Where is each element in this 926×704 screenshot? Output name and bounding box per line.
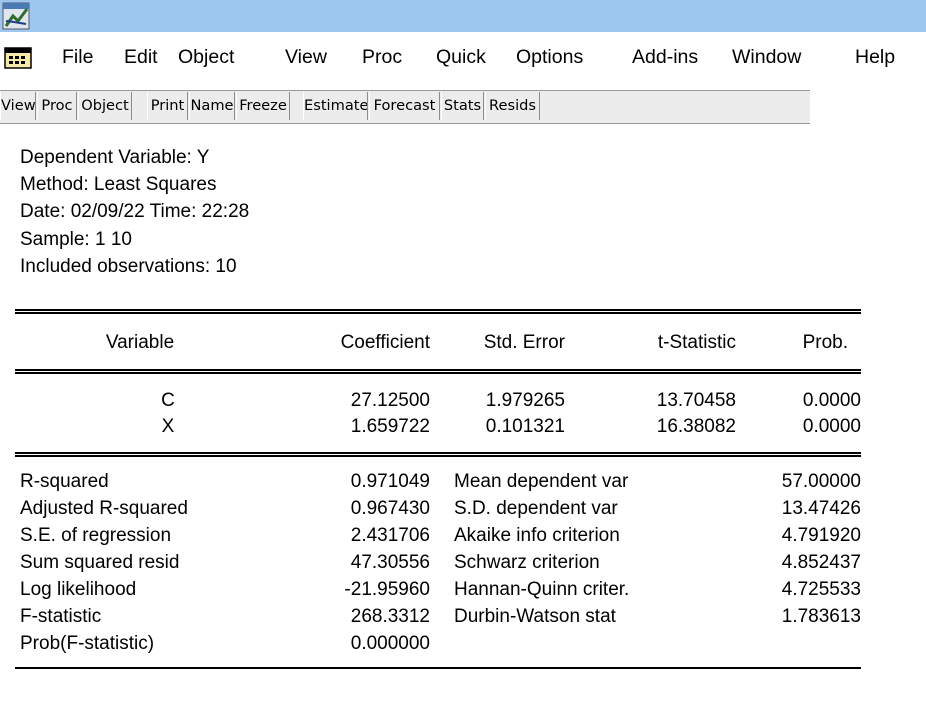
header-t-statistic: t-Statistic [657,332,736,353]
equation-toolbar: View Proc Object Print Name Freeze Estim… [0,90,926,124]
stat-value: 268.3312 [350,606,430,627]
prob: 0.0000 [802,390,861,411]
menu-object[interactable]: Object [178,44,234,70]
toolbar-name-button[interactable]: Name [189,92,235,120]
menu-proc[interactable]: Proc [362,44,402,70]
toolbar-proc-button[interactable]: Proc [37,92,77,120]
table-bottom-rule [15,667,861,669]
menu-file[interactable]: File [62,44,93,70]
stat-label: Adjusted R-squared [20,498,188,519]
header-prob: Prob. [802,332,848,353]
toolbar-object-button[interactable]: Object [78,92,132,120]
stat-value: 0.000000 [350,633,430,654]
toolbar-stats-button[interactable]: Stats [441,92,484,120]
menu-bar: File Edit Object View Proc Quick Options… [0,32,926,83]
stat-label: Prob(F-statistic) [20,633,155,654]
title-bar [0,0,926,32]
observations-line: Included observations: 10 [20,256,237,277]
stat-value2: 57.00000 [781,471,861,492]
stat-label2: Hannan-Quinn criter. [454,579,630,600]
stat-value2: 4.852437 [781,552,861,573]
stat-value: 0.971049 [350,471,430,492]
stat-value: -21.95960 [344,579,430,600]
prob: 0.0000 [802,416,861,437]
document-window-icon[interactable] [4,47,32,69]
toolbar-view-button[interactable]: View [0,92,36,120]
stat-value2: 4.791920 [781,525,861,546]
eviews-app-icon[interactable] [2,2,30,30]
stat-value: 2.431706 [350,525,430,546]
stat-value2: 13.47426 [781,498,861,519]
table-top-rule [15,309,861,314]
header-std-error: Std. Error [483,332,565,353]
date-time-line: Date: 02/09/22 Time: 22:28 [20,201,250,222]
t-statistic: 16.38082 [656,416,736,437]
stat-label2: S.D. dependent var [454,498,618,519]
toolbar-freeze-button[interactable]: Freeze [236,92,290,120]
header-variable: Variable [105,332,175,353]
stat-value2: 1.783613 [781,606,861,627]
stat-label2: Mean dependent var [454,471,629,492]
menu-add-ins[interactable]: Add-ins [632,44,698,70]
stat-label: R-squared [20,471,109,492]
stat-value2: 4.725533 [781,579,861,600]
menu-view[interactable]: View [285,44,327,70]
toolbar-resids-button[interactable]: Resids [485,92,540,120]
toolbar-estimate-button[interactable]: Estimate [303,92,368,120]
stat-value: 0.967430 [350,498,430,519]
stat-label: F-statistic [20,606,102,627]
stat-label: Sum squared resid [20,552,180,573]
stat-label2: Schwarz criterion [454,552,600,573]
stat-label2: Durbin-Watson stat [454,606,616,627]
std-error: 1.979265 [485,390,565,411]
toolbar-forecast-button[interactable]: Forecast [369,92,440,120]
std-error: 0.101321 [485,416,565,437]
menu-quick[interactable]: Quick [436,44,486,70]
menu-options[interactable]: Options [516,44,583,70]
variable-name: C [161,390,175,411]
sample-line: Sample: 1 10 [20,229,132,250]
stat-label: S.E. of regression [20,525,172,546]
menu-help[interactable]: Help [855,44,895,70]
toolbar-print-button[interactable]: Print [147,92,188,120]
t-statistic: 13.70458 [656,390,736,411]
header-bottom-rule [15,369,861,374]
variable-name: X [161,416,175,437]
stat-label: Log likelihood [20,579,137,600]
menu-window[interactable]: Window [732,44,801,70]
method-line: Method: Least Squares [20,174,217,195]
coef-bottom-rule [15,452,861,457]
menu-edit[interactable]: Edit [124,44,158,70]
stat-value: 47.30556 [350,552,430,573]
stat-label2: Akaike info criterion [454,525,620,546]
dependent-variable-line: Dependent Variable: Y [20,147,210,168]
